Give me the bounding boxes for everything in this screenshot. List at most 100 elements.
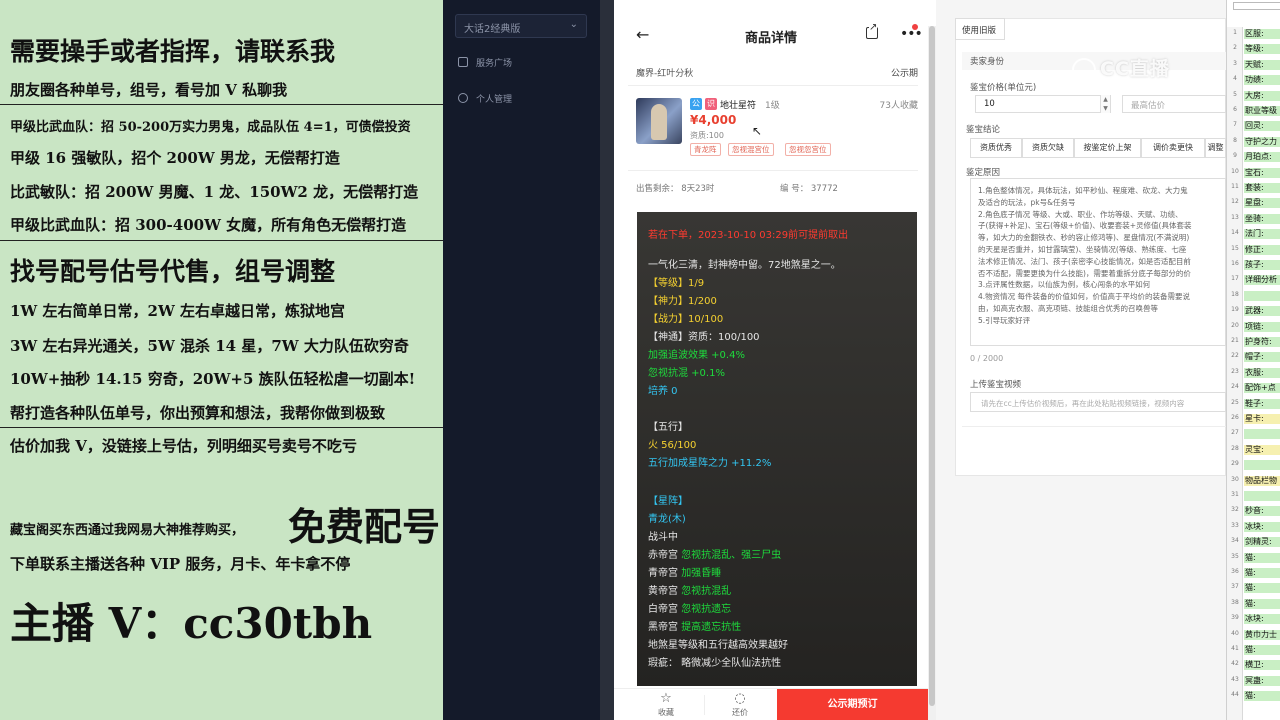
- row-number[interactable]: 35: [1227, 553, 1243, 560]
- sidebar-item-service-plaza[interactable]: 服务广场: [458, 53, 512, 71]
- row-number[interactable]: 29: [1227, 460, 1243, 467]
- sheet-cell[interactable]: 功绩:: [1244, 75, 1280, 86]
- conclusion-button[interactable]: 资质欠缺: [1022, 138, 1074, 158]
- sheet-cell[interactable]: 猫:: [1244, 598, 1280, 609]
- row-number[interactable]: 43: [1227, 676, 1243, 683]
- share-icon[interactable]: [866, 23, 878, 39]
- sheet-cell[interactable]: 猫:: [1244, 552, 1280, 563]
- row-number[interactable]: 41: [1227, 645, 1243, 652]
- sheet-cell[interactable]: 天赋:: [1244, 59, 1280, 70]
- row-number[interactable]: 6: [1227, 106, 1243, 113]
- use-old-version-tab[interactable]: 使用旧版: [955, 18, 1005, 40]
- row-number[interactable]: 2: [1227, 44, 1243, 51]
- row-number[interactable]: 4: [1227, 75, 1243, 82]
- sheet-cell[interactable]: 灵宝:: [1244, 444, 1280, 455]
- row-number[interactable]: 22: [1227, 352, 1243, 359]
- row-number[interactable]: 30: [1227, 476, 1243, 483]
- decrement-icon[interactable]: ▼: [1100, 104, 1110, 113]
- sheet-cell[interactable]: 项链:: [1244, 321, 1280, 332]
- row-number[interactable]: 39: [1227, 614, 1243, 621]
- sheet-cell[interactable]: 猫:: [1244, 645, 1280, 655]
- sheet-cell[interactable]: 守护之力: [1244, 136, 1280, 147]
- row-number[interactable]: 27: [1227, 429, 1243, 436]
- sheet-cell[interactable]: 详细分析: [1244, 275, 1280, 286]
- sheet-cell[interactable]: 鞋子:: [1244, 398, 1280, 409]
- sheet-cell[interactable]: 猫:: [1244, 583, 1280, 594]
- row-number[interactable]: 13: [1227, 214, 1243, 221]
- sheet-cell[interactable]: 横卫:: [1244, 660, 1280, 671]
- row-number[interactable]: 20: [1227, 322, 1243, 329]
- sheet-cell[interactable]: 秒音:: [1244, 506, 1280, 517]
- row-number[interactable]: 10: [1227, 168, 1243, 175]
- sheet-cell[interactable]: 大房:: [1244, 90, 1280, 101]
- sheet-cell[interactable]: [1244, 491, 1280, 501]
- price-input[interactable]: 10: [975, 95, 1111, 113]
- sheet-cell[interactable]: 猫:: [1244, 568, 1280, 578]
- sheet-cell[interactable]: 猫:: [1244, 691, 1280, 702]
- row-number[interactable]: 12: [1227, 198, 1243, 205]
- row-number[interactable]: 34: [1227, 537, 1243, 544]
- row-number[interactable]: 19: [1227, 306, 1243, 313]
- increment-icon[interactable]: ▲: [1100, 95, 1110, 104]
- sidebar-item-personal[interactable]: 个人管理: [458, 89, 512, 107]
- row-number[interactable]: 23: [1227, 368, 1243, 375]
- sheet-cell[interactable]: 冰块:: [1244, 614, 1280, 625]
- row-number[interactable]: 37: [1227, 583, 1243, 590]
- row-number[interactable]: 24: [1227, 383, 1243, 390]
- video-link-input[interactable]: 请先在cc上传估价视频后，再在此处粘贴视频链接，视频内容: [970, 392, 1226, 412]
- max-price-input[interactable]: 最高估价: [1122, 95, 1226, 113]
- row-number[interactable]: 36: [1227, 568, 1243, 575]
- item-thumbnail[interactable]: [636, 98, 682, 144]
- scrollbar-thumb[interactable]: [929, 26, 935, 706]
- sheet-cell[interactable]: [1244, 429, 1280, 440]
- more-icon[interactable]: •••: [900, 26, 923, 42]
- row-number[interactable]: 16: [1227, 260, 1243, 267]
- favorite-button[interactable]: ☆ 收藏: [636, 691, 696, 718]
- row-number[interactable]: 17: [1227, 275, 1243, 282]
- row-number[interactable]: 44: [1227, 691, 1243, 698]
- row-number[interactable]: 42: [1227, 660, 1243, 667]
- sheet-cell[interactable]: 职业等级: [1244, 106, 1280, 116]
- conclusion-button[interactable]: 调整: [1205, 138, 1226, 158]
- bargain-button[interactable]: ◌ 还价: [710, 691, 770, 718]
- sheet-cell[interactable]: 武器:: [1244, 306, 1280, 317]
- sheet-cell[interactable]: 冰块:: [1244, 521, 1280, 532]
- row-number[interactable]: 8: [1227, 137, 1243, 144]
- phone-scrollbar[interactable]: [928, 26, 936, 720]
- sheet-cell[interactable]: 月珀点:: [1244, 152, 1280, 163]
- row-number[interactable]: 7: [1227, 121, 1243, 128]
- sheet-cell[interactable]: 回灵:: [1244, 121, 1280, 132]
- sheet-cell[interactable]: 黄巾力士: [1244, 629, 1280, 640]
- row-number[interactable]: 21: [1227, 337, 1243, 344]
- sheet-cell[interactable]: 套装:: [1244, 183, 1280, 193]
- row-number[interactable]: 5: [1227, 91, 1243, 98]
- sheet-cell[interactable]: 冥蛊:: [1244, 675, 1280, 686]
- sheet-cell[interactable]: 坐骑:: [1244, 213, 1280, 224]
- sheet-cell[interactable]: 星卡:: [1244, 414, 1280, 424]
- sheet-cell[interactable]: [1244, 460, 1280, 471]
- sheet-cell[interactable]: 护身符:: [1244, 337, 1280, 347]
- version-select[interactable]: 大话2经典版 ⌄: [455, 14, 587, 38]
- conclusion-button[interactable]: 资质优秀: [970, 138, 1022, 158]
- row-number[interactable]: 9: [1227, 152, 1243, 159]
- row-number[interactable]: 40: [1227, 630, 1243, 637]
- sheet-cell[interactable]: 修正:: [1244, 244, 1280, 255]
- row-number[interactable]: 3: [1227, 60, 1243, 67]
- sheet-cell[interactable]: 剑精灵:: [1244, 537, 1280, 548]
- sheet-cell[interactable]: [1244, 290, 1280, 301]
- row-number[interactable]: 1: [1227, 29, 1243, 36]
- conclusion-button[interactable]: 调价卖更快: [1141, 138, 1205, 158]
- row-number[interactable]: 14: [1227, 229, 1243, 236]
- row-number[interactable]: 25: [1227, 399, 1243, 406]
- row-number[interactable]: 18: [1227, 291, 1243, 298]
- sheet-cell[interactable]: 宝石:: [1244, 167, 1280, 178]
- sheet-cell[interactable]: 区服:: [1244, 29, 1280, 39]
- sheet-cell[interactable]: 孩子:: [1244, 260, 1280, 270]
- formula-bar[interactable]: [1233, 2, 1280, 10]
- sheet-cell[interactable]: 帽子:: [1244, 352, 1280, 363]
- sheet-cell[interactable]: 法门:: [1244, 229, 1280, 240]
- row-number[interactable]: 38: [1227, 599, 1243, 606]
- row-number[interactable]: 15: [1227, 245, 1243, 252]
- row-number[interactable]: 31: [1227, 491, 1243, 498]
- row-number[interactable]: 33: [1227, 522, 1243, 529]
